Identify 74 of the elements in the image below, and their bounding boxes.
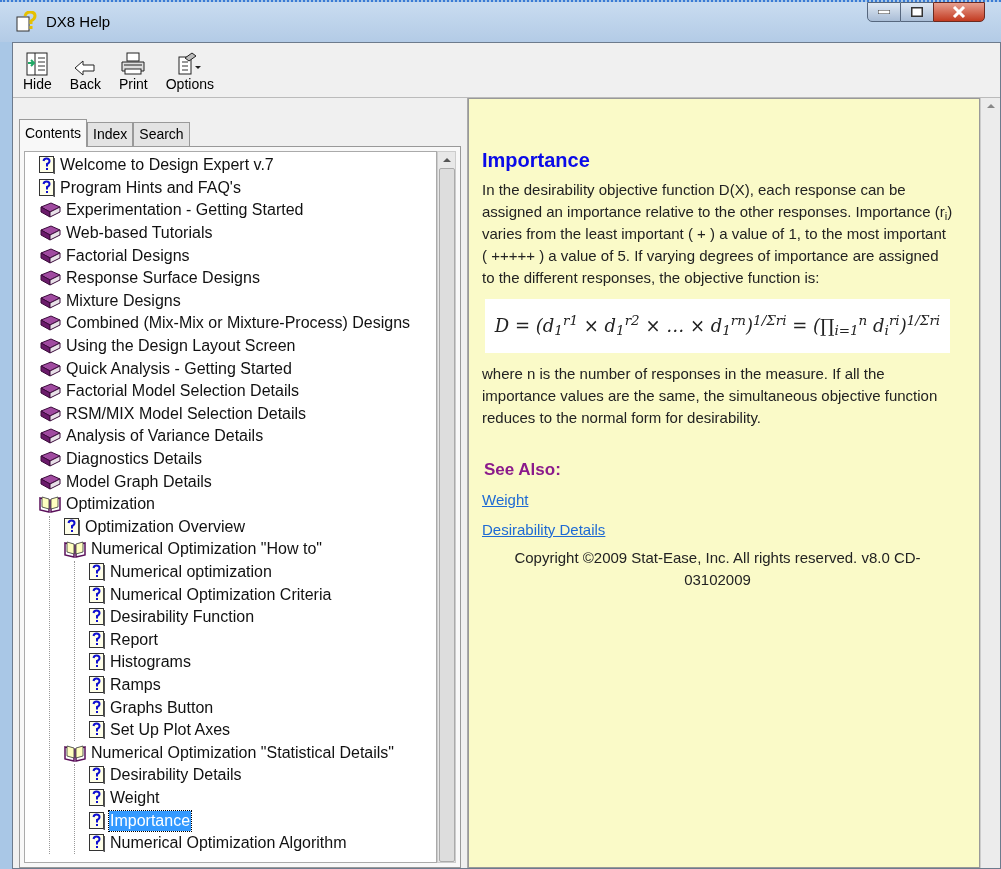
tree-item[interactable]: Welcome to Design Expert v.7	[59, 155, 275, 176]
help-page-icon	[89, 653, 105, 672]
see-also-link[interactable]: Desirability Details	[482, 521, 606, 538]
help-page-icon	[89, 788, 105, 807]
see-also-link[interactable]: Weight	[482, 491, 529, 508]
help-page-icon	[89, 563, 105, 581]
topic-title: Importance	[482, 149, 591, 171]
tree-item[interactable]: Numerical Optimization "Statistical Details"	[90, 742, 395, 763]
tree-item[interactable]: Response Surface Designs	[65, 268, 261, 289]
tree-item[interactable]: Numerical Optimization "How to"	[90, 539, 323, 560]
help-page-icon	[89, 585, 105, 604]
help-page-icon	[39, 156, 55, 175]
window-title: DX8 Help	[46, 11, 111, 32]
toolbar-button[interactable]: Back	[67, 50, 103, 92]
tab[interactable]: Search	[133, 122, 190, 146]
tree-item[interactable]: Numerical Optimization Criteria	[109, 584, 333, 605]
help-page-icon	[89, 608, 105, 627]
tree-item[interactable]: Using the Design Layout Screen	[65, 336, 297, 357]
close-icon	[952, 6, 966, 18]
tree-item[interactable]: RSM/MIX Model Selection Details	[65, 403, 308, 424]
minimize-button[interactable]	[867, 2, 901, 22]
help-page-icon	[89, 675, 105, 694]
tree-item[interactable]: Quick Analysis - Getting Started	[65, 358, 293, 379]
tree-item[interactable]: Combined (Mix-Mix or Mixture-Process) Designs	[65, 313, 412, 334]
scroll-up-icon	[986, 104, 995, 108]
help-page-icon	[89, 834, 105, 853]
tree-item[interactable]: Optimization	[65, 494, 156, 515]
toolbar-button[interactable]: Hide	[21, 50, 54, 92]
tree-item[interactable]: Program Hints and FAQ's	[59, 177, 242, 198]
scroll-up-icon	[442, 158, 451, 162]
copyright-text: Copyright ©2009 Stat-Ease, Inc. All rights reserved. v8.0 CD-03102009	[513, 548, 922, 590]
help-page-icon	[64, 517, 80, 536]
tree-item[interactable]: Histograms	[109, 652, 192, 673]
hide-pane-icon	[26, 52, 49, 76]
tree-item[interactable]: Diagnostics Details	[65, 449, 204, 469]
tree-item[interactable]: Report	[109, 629, 160, 650]
tree-item[interactable]: Experimentation - Getting Started	[65, 200, 305, 221]
tree-item[interactable]: Analysis of Variance Details	[65, 426, 265, 447]
help-page-icon	[89, 721, 105, 740]
help-app-icon	[16, 11, 38, 33]
tab[interactable]: Index	[87, 122, 134, 146]
tree-item[interactable]: Factorial Designs	[65, 245, 191, 266]
tree-item[interactable]: Set Up Plot Axes	[109, 720, 232, 741]
help-page-icon	[39, 178, 55, 197]
tab[interactable]: Contents	[19, 119, 88, 147]
tree-item[interactable]: Weight	[109, 787, 161, 808]
tree-item[interactable]: Graphs Button	[109, 697, 215, 718]
tree-item[interactable]: Desirability Details	[109, 765, 243, 786]
tree-item[interactable]: Factorial Model Selection Details	[65, 381, 300, 402]
close-button[interactable]	[933, 2, 985, 22]
help-page-icon	[89, 698, 105, 717]
tree-item[interactable]: Optimization Overview	[84, 516, 247, 537]
body-paragraph: where n is the number of responses in the measure. If all the importance values are the same, the simultaneous objective function reduces to the normal form for desirability.	[482, 364, 939, 428]
tree-item[interactable]: Desirability Function	[109, 607, 256, 628]
tree-item[interactable]: Mixture Designs	[65, 290, 182, 311]
intro-paragraph: In the desirability objective function D(X), each response can be assigned an importance relative to the other responses. Importance (r$_{i}$) varies from the least important ( + ) a value of 1, to the most important ( +++++ ) a value of 5. If varying degrees of importance are assigned to the different responses, the objective function is:	[482, 180, 953, 288]
printer-icon	[120, 52, 147, 76]
minimize-icon	[878, 10, 890, 14]
help-page-icon	[89, 766, 105, 785]
back-arrow-icon	[74, 60, 97, 76]
tree-item[interactable]: Web-based Tutorials	[65, 223, 214, 244]
tree-item[interactable]: Model Graph Details	[65, 471, 213, 492]
help-page-icon	[89, 811, 105, 830]
see-also-heading: See Also:	[483, 459, 562, 481]
maximize-button[interactable]	[901, 2, 933, 22]
help-page-icon	[89, 630, 105, 649]
maximize-icon	[911, 7, 923, 17]
formula: D = (d$_{1}$$^{r1}$ × d$_{1}$$^{r2}$ × … × d$_{1}$$^{rn}$)$^{1/Σri}$ = (∏$_{i=1}$$^{n}$ d$_{i}$$^{ri}$)$^{1/Σri}$	[484, 299, 951, 353]
tree-item[interactable]: Numerical Optimization Algorithm	[109, 833, 348, 854]
toolbar-button[interactable]: Options	[163, 50, 216, 92]
tree-item[interactable]: Ramps	[109, 674, 162, 695]
options-icon	[176, 52, 203, 76]
toolbar-button[interactable]: Print	[116, 50, 150, 92]
tree-item[interactable]: Numerical optimization	[109, 562, 273, 582]
